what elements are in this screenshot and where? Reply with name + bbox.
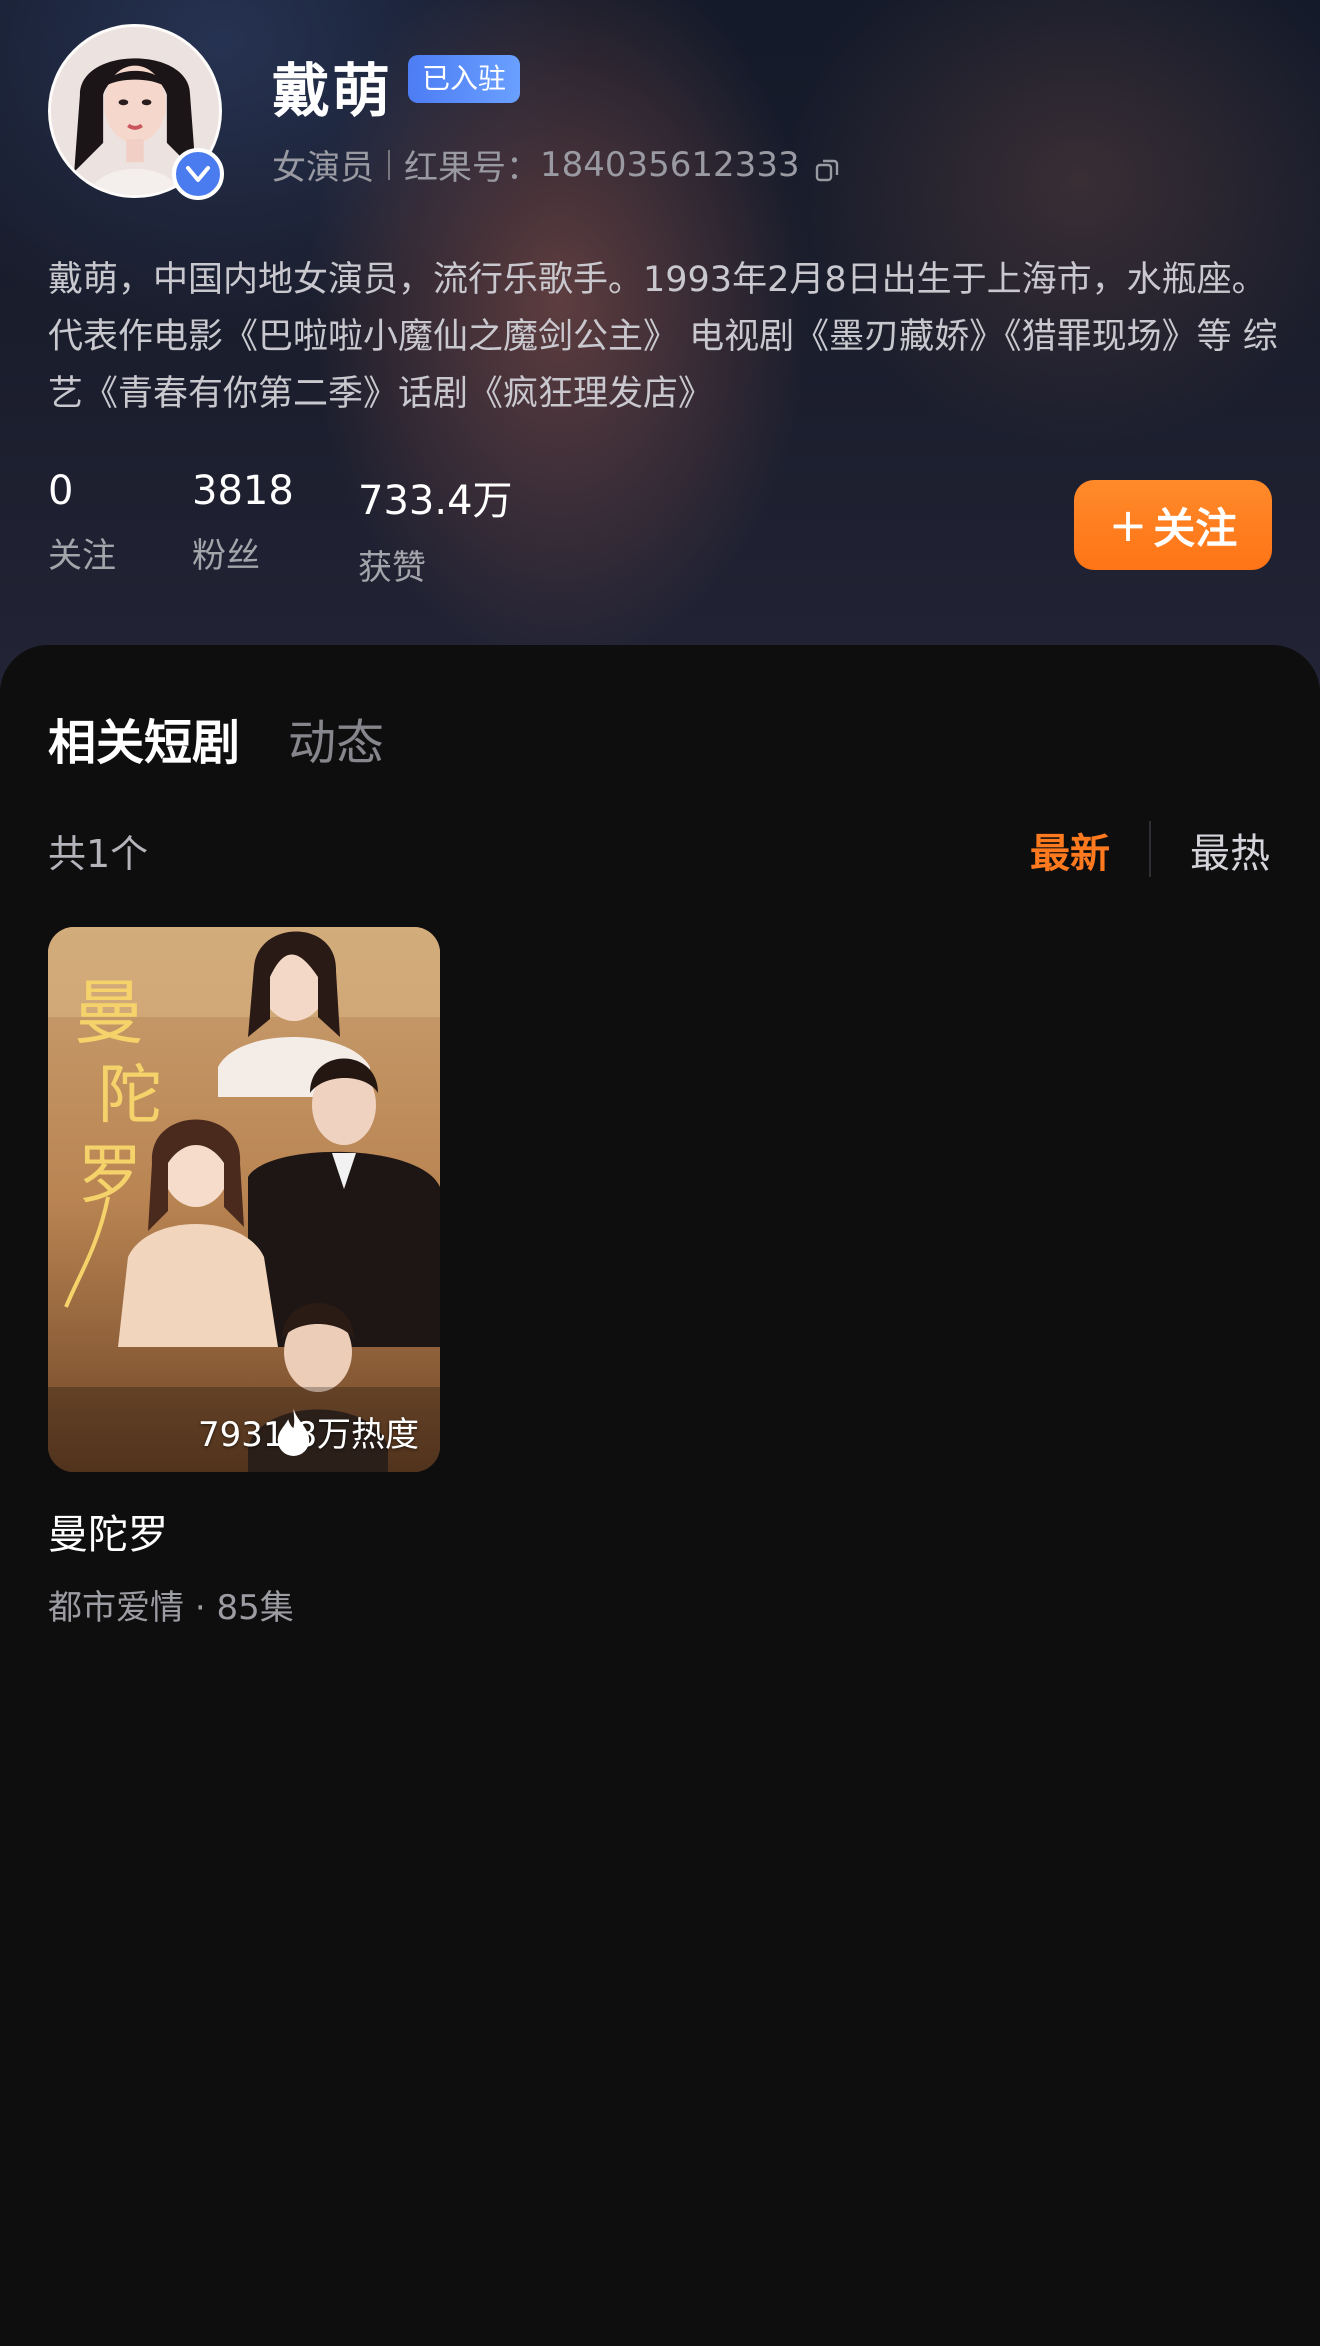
sort-hot-button[interactable]: 最热 xyxy=(1190,821,1270,879)
flame-icon xyxy=(168,1408,310,1456)
sort-divider xyxy=(1149,821,1151,877)
content-panel: 相关短剧 动态 共1个 最新 最热 曼 陀 罗 7931.8万热度 曼陀罗 都市… xyxy=(0,645,1320,2346)
stat-value: 3818 xyxy=(192,468,294,514)
profile-role: 女演员 xyxy=(272,148,374,188)
stat-likes[interactable]: 733.4万 获赞 xyxy=(358,468,513,589)
joined-badge: 已入驻 xyxy=(408,55,521,103)
verified-badge-icon xyxy=(172,148,224,200)
follow-button[interactable]: + 关注 xyxy=(1074,480,1272,570)
item-count: 共1个 xyxy=(48,832,149,876)
stat-label: 关注 xyxy=(48,536,116,576)
poster-title-char: 罗 xyxy=(78,1139,142,1213)
drama-episodes: 85集 xyxy=(216,1588,294,1628)
plus-icon: + xyxy=(1108,498,1148,552)
stat-label: 获赞 xyxy=(358,548,426,588)
stat-value: 733.4万 xyxy=(358,478,513,524)
stat-fans[interactable]: 3818 粉丝 xyxy=(192,468,294,577)
drama-genre: 都市爱情 xyxy=(48,1588,184,1628)
drama-card[interactable]: 曼 陀 罗 7931.8万热度 曼陀罗 都市爱情 · 85集 xyxy=(48,927,440,1629)
tab-activity[interactable]: 动态 xyxy=(288,703,384,773)
stat-value: 0 xyxy=(48,468,74,514)
poster-art: 曼 陀 罗 xyxy=(48,927,440,1472)
stat-following[interactable]: 0 关注 xyxy=(48,468,116,577)
divider xyxy=(388,149,390,180)
drama-poster[interactable]: 曼 陀 罗 7931.8万热度 xyxy=(48,927,440,1472)
profile-subline: 女演员 红果号： 184035612333 xyxy=(272,140,840,189)
profile-bio: 戴萌，中国内地女演员，流行乐歌手。1993年2月8日出生于上海市，水瓶座。代表作… xyxy=(48,260,1278,414)
poster-title-char: 曼 xyxy=(74,972,144,1054)
heat-label: 7931.8万热度 xyxy=(168,1407,419,1456)
stat-label: 粉丝 xyxy=(192,536,260,576)
drama-title[interactable]: 曼陀罗 xyxy=(48,1502,440,1560)
profile-name: 戴萌 xyxy=(272,57,393,125)
poster-title-char: 陀 xyxy=(98,1059,162,1133)
follow-button-label: 关注 xyxy=(1153,503,1238,553)
profile-id-value[interactable]: 184035612333 xyxy=(540,145,800,185)
drama-meta: 都市爱情 · 85集 xyxy=(48,1580,440,1629)
sort-latest-button[interactable]: 最新 xyxy=(1030,821,1110,879)
profile-id-label: 红果号： xyxy=(404,148,540,188)
tab-related-dramas[interactable]: 相关短剧 xyxy=(48,703,240,773)
actor-profile-page: 戴萌 已入驻 女演员 红果号： 184035612333 戴萌，中国内地女演员，… xyxy=(0,0,1320,2346)
copy-icon[interactable] xyxy=(814,152,840,181)
meta-dot: · xyxy=(194,1588,217,1628)
